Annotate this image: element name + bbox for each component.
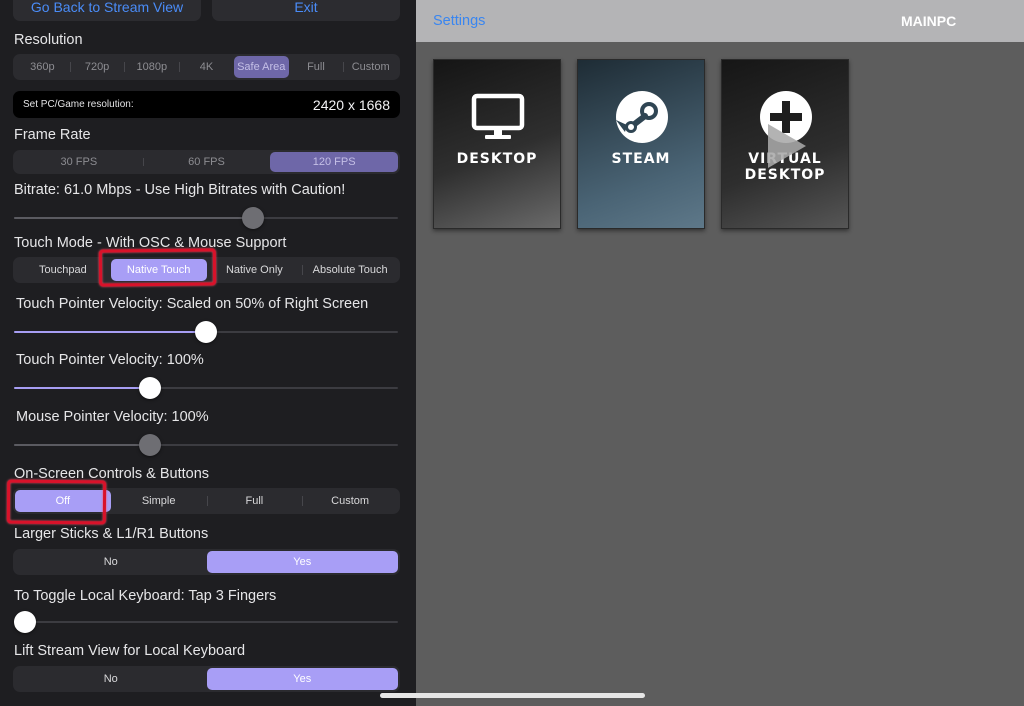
resolution-display[interactable]: Set PC/Game resolution: 2420 x 1668	[13, 91, 400, 118]
resolution-option-360p[interactable]: 360p	[15, 56, 70, 78]
resolution-option-720p[interactable]: 720p	[69, 56, 125, 78]
exit-button[interactable]: Exit	[212, 0, 400, 21]
touch-mode-selector: Touchpad Native Touch Native Only Absolute …	[13, 257, 400, 283]
touch-mode-label: Touch Mode - With OSC & Mouse Support	[14, 235, 287, 251]
osc-option-custom[interactable]: Custom	[302, 490, 398, 512]
osc-option-full[interactable]: Full	[206, 490, 303, 512]
keyboard-toggle-label: To Toggle Local Keyboard: Tap 3 Fingers	[14, 588, 277, 604]
monitor-icon	[471, 93, 525, 139]
resolution-selector: 360p 720p 1080p 4K Safe Area Full Custom	[13, 54, 400, 80]
frame-rate-option-30-fps[interactable]: 30 FPS	[15, 152, 143, 172]
set-resolution-label: Set PC/Game resolution:	[23, 99, 134, 110]
settings-panel: Go Back to Stream View Exit Resolution 3…	[0, 0, 416, 706]
steam-icon	[616, 91, 668, 143]
touch-mode-option-native-touch[interactable]: Native Touch	[110, 259, 207, 281]
nav-bar: Settings MAINPC	[416, 0, 1024, 42]
bitrate-label: Bitrate: 61.0 Mbps - Use High Bitrates w…	[14, 182, 346, 198]
larger-sticks-selector: No Yes	[13, 549, 400, 575]
keyboard-toggle-slider[interactable]	[14, 611, 398, 633]
frame-rate-label: Frame Rate	[14, 127, 91, 143]
app-card-steam[interactable]: STEAM	[577, 59, 705, 229]
frame-rate-option-60-fps[interactable]: 60 FPS	[142, 152, 271, 172]
resolution-value: 2420 x 1668	[312, 96, 390, 113]
osc-label: On-Screen Controls & Buttons	[14, 466, 210, 482]
touch-pointer-label: Touch Pointer Velocity: 100%	[16, 352, 204, 368]
touch-mode-option-native-only[interactable]: Native Only	[207, 259, 303, 281]
touch-mode-option-absolute-touch[interactable]: Absolute Touch	[302, 259, 398, 281]
resolution-option-4k[interactable]: 4K	[179, 56, 234, 78]
back-to-stream-button[interactable]: Go Back to Stream View	[13, 0, 201, 21]
home-indicator[interactable]	[380, 693, 645, 698]
mouse-pointer-label: Mouse Pointer Velocity: 100%	[16, 409, 209, 425]
slider-fill	[14, 387, 150, 389]
resolution-option-safe-area[interactable]: Safe Area	[233, 56, 289, 78]
osc-option-off[interactable]: Off	[15, 490, 111, 512]
larger-sticks-label: Larger Sticks & L1/R1 Buttons	[14, 526, 209, 542]
larger-sticks-option-yes[interactable]: Yes	[206, 551, 398, 573]
touch-pointer-scaled-slider[interactable]	[14, 321, 398, 343]
slider-fill	[14, 217, 254, 219]
frame-rate-option-120-fps[interactable]: 120 FPS	[270, 152, 399, 172]
lift-stream-label: Lift Stream View for Local Keyboard	[14, 643, 246, 659]
slider-knob[interactable]	[138, 377, 161, 399]
lift-stream-option-no[interactable]: No	[15, 668, 207, 690]
larger-sticks-option-no[interactable]: No	[15, 551, 207, 573]
frame-rate-selector: 30 FPS 60 FPS 120 FPS	[13, 150, 400, 174]
slider-knob[interactable]	[14, 611, 36, 633]
lift-stream-option-yes[interactable]: Yes	[206, 668, 398, 690]
touch-pointer-scaled-label: Touch Pointer Velocity: Scaled on 50% of…	[16, 296, 369, 312]
app-card-virtual-desktop[interactable]: VIRTUAL DESKTOP	[721, 59, 849, 229]
lift-stream-selector: No Yes	[13, 666, 400, 692]
slider-fill	[14, 444, 150, 446]
osc-option-simple[interactable]: Simple	[111, 490, 207, 512]
settings-link[interactable]: Settings	[433, 13, 485, 29]
touch-pointer-slider[interactable]	[14, 377, 398, 399]
play-icon[interactable]	[764, 122, 808, 170]
resolution-label: Resolution	[14, 32, 83, 48]
app-label: DESKTOP	[456, 151, 538, 167]
resolution-option-1080p[interactable]: 1080p	[124, 56, 179, 78]
app-grid-view: Settings MAINPC DESKTOP STEAM VIRTUAL DE…	[416, 0, 1024, 706]
slider-track	[14, 621, 398, 623]
app-card-desktop[interactable]: DESKTOP	[433, 59, 561, 229]
resolution-option-custom[interactable]: Custom	[343, 56, 398, 78]
slider-knob[interactable]	[138, 434, 161, 456]
osc-selector: Off Simple Full Custom	[13, 488, 400, 514]
slider-knob[interactable]	[242, 207, 265, 229]
app-label: STEAM	[611, 151, 671, 167]
slider-knob[interactable]	[195, 321, 217, 343]
bitrate-slider[interactable]	[14, 207, 398, 229]
host-title: MAINPC	[901, 13, 957, 29]
mouse-pointer-slider[interactable]	[14, 434, 398, 456]
touch-mode-option-touchpad[interactable]: Touchpad	[15, 259, 111, 281]
resolution-option-full[interactable]: Full	[289, 56, 344, 78]
slider-fill	[14, 331, 206, 333]
